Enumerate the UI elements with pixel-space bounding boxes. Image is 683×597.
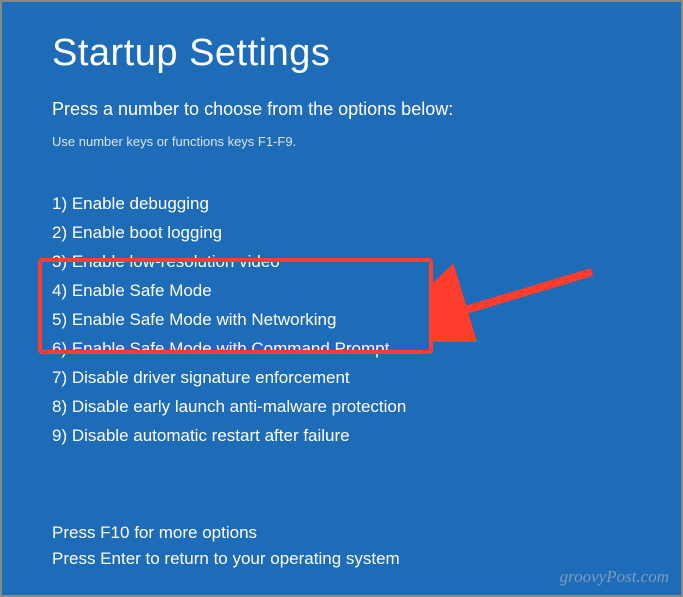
watermark: groovyPost.com bbox=[560, 567, 669, 587]
startup-settings-screen: Startup Settings Press a number to choos… bbox=[2, 2, 681, 592]
option-1[interactable]: 1) Enable debugging bbox=[52, 189, 631, 218]
hint-text: Use number keys or functions keys F1-F9. bbox=[52, 134, 631, 149]
more-options-hint: Press F10 for more options bbox=[52, 520, 631, 546]
option-3[interactable]: 3) Enable low-resolution video bbox=[52, 247, 631, 276]
option-2[interactable]: 2) Enable boot logging bbox=[52, 218, 631, 247]
return-hint: Press Enter to return to your operating … bbox=[52, 546, 631, 572]
option-8[interactable]: 8) Disable early launch anti-malware pro… bbox=[52, 392, 631, 421]
instruction-text: Press a number to choose from the option… bbox=[52, 99, 631, 120]
option-4[interactable]: 4) Enable Safe Mode bbox=[52, 276, 631, 305]
option-9[interactable]: 9) Disable automatic restart after failu… bbox=[52, 421, 631, 450]
option-5[interactable]: 5) Enable Safe Mode with Networking bbox=[52, 305, 631, 334]
page-title: Startup Settings bbox=[52, 32, 631, 75]
option-6[interactable]: 6) Enable Safe Mode with Command Prompt bbox=[52, 334, 631, 363]
option-7[interactable]: 7) Disable driver signature enforcement bbox=[52, 363, 631, 392]
options-list: 1) Enable debugging 2) Enable boot loggi… bbox=[52, 189, 631, 450]
